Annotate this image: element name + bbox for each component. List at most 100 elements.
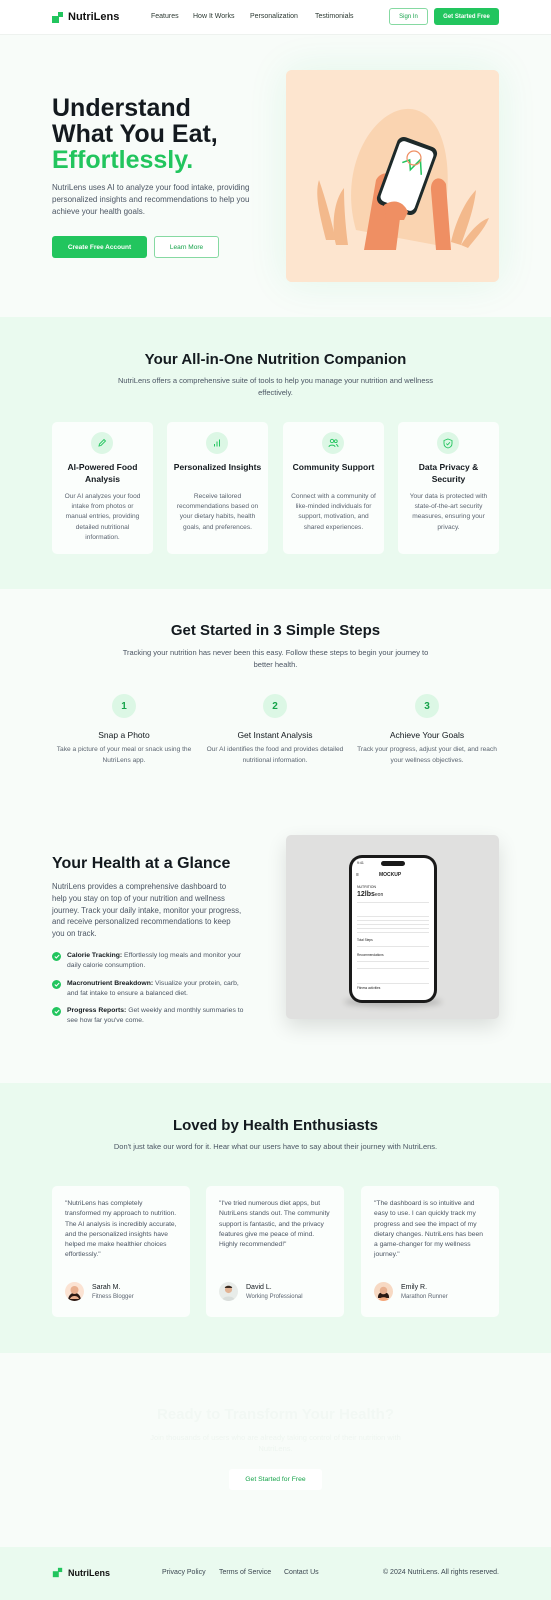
testimonials-subtitle: Don't just take our word for it. Hear wh…: [113, 1142, 438, 1151]
footer-link-contact[interactable]: Contact Us: [284, 1569, 319, 1576]
step-desc: Take a picture of your meal or snack usi…: [56, 746, 192, 764]
step-title: Snap a Photo: [98, 730, 150, 740]
mockup-value-number: 12lbs: [357, 891, 375, 898]
feature-desc: Your data is protected with state-of-the…: [409, 493, 488, 531]
feature-title: Community Support: [292, 462, 375, 472]
hero-title-line2: What You Eat,: [52, 120, 218, 148]
testimonial-name: David L.: [246, 1284, 272, 1291]
testimonial-quote: "The dashboard is so intuitive and easy …: [374, 1200, 483, 1259]
dashboard-subtitle: NutriLens provides a comprehensive dashb…: [52, 882, 242, 939]
check-icon: [52, 952, 61, 961]
testimonial-card: "NutriLens has completely transformed my…: [52, 1186, 190, 1317]
testimonial-role: Working Professional: [246, 1294, 303, 1300]
mockup-row3: Fitness activities: [357, 986, 381, 990]
cta-title: Ready to Transform Your Health?: [157, 1406, 394, 1423]
brand-name: NutriLens: [68, 11, 120, 23]
mockup-row2: Recommendations: [357, 953, 384, 957]
bar-chart-icon: [206, 432, 228, 454]
phone-mockup: 9:41 ≡ MOCKUP NUTRITION 12lbseon Total S…: [349, 855, 437, 1003]
hero-title: Understand What You Eat, Effortlessly.: [52, 95, 282, 173]
phone-notch: [381, 861, 405, 866]
feature-desc: Connect with a community of like-minded …: [291, 493, 376, 531]
steps-title: Get Started in 3 Simple Steps: [170, 622, 381, 639]
cta-subtitle: Join thousands of users who are already …: [150, 1433, 401, 1453]
check-icon: [52, 1007, 61, 1016]
nav-link-how-it-works[interactable]: How It Works: [193, 13, 235, 20]
testimonial-quote: "I've tried numerous diet apps, but Nutr…: [219, 1200, 330, 1249]
bullet-label: Macronutrient Breakdown:: [67, 980, 154, 987]
logo-icon: [52, 11, 63, 23]
hand-holding-phone-illustration: [286, 70, 499, 282]
avatar: [219, 1282, 238, 1301]
testimonial-name: Emily R.: [401, 1284, 428, 1291]
cta-get-started-button[interactable]: Get Started for Free: [229, 1469, 322, 1490]
nav-link-features[interactable]: Features: [151, 13, 179, 20]
step-title: Get Instant Analysis: [237, 730, 313, 740]
testimonial-card: "The dashboard is so intuitive and easy …: [361, 1186, 499, 1317]
feature-title: AI-Powered Food Analysis: [67, 462, 138, 484]
footer-link-terms[interactable]: Terms of Service: [219, 1569, 271, 1576]
feature-title: Personalized Insights: [173, 462, 262, 472]
dashboard-title: Your Health at a Glance: [52, 855, 231, 872]
feature-bullet: Progress Reports: Get weekly and monthly…: [52, 1006, 247, 1026]
feature-card: Data Privacy & Security Your data is pro…: [398, 422, 499, 554]
feature-card: Community Support Connect with a communi…: [283, 422, 384, 554]
feature-bullet: Calorie Tracking: Effortlessly log meals…: [52, 951, 247, 971]
nav-link-testimonials[interactable]: Testimonials: [315, 13, 354, 20]
users-icon: [322, 432, 344, 454]
step-title: Achieve Your Goals: [389, 730, 465, 740]
footer-copyright: © 2024 NutriLens. All rights reserved.: [382, 1569, 499, 1576]
steps-subtitle: Tracking your nutrition has never been t…: [122, 648, 429, 669]
mockup-row1: Total Steps: [357, 938, 373, 942]
bullet-label: Progress Reports:: [67, 1007, 127, 1014]
testimonial-card: "I've tried numerous diet apps, but Nutr…: [206, 1186, 344, 1317]
step-desc: Track your progress, adjust your diet, a…: [357, 746, 497, 764]
hero-illustration: [286, 70, 499, 282]
testimonial-role: Marathon Runner: [401, 1294, 448, 1300]
hero-title-accent: Effortlessly.: [52, 146, 194, 174]
testimonial-quote: "NutriLens has completely transformed my…: [65, 1200, 177, 1259]
mockup-header: MOCKUP: [379, 872, 402, 878]
brand-logo[interactable]: NutriLens: [52, 11, 119, 23]
footer-link-privacy[interactable]: Privacy Policy: [162, 1569, 206, 1576]
mockup-value: 12lbseon: [357, 891, 383, 898]
nav-link-personalization[interactable]: Personalization: [250, 13, 298, 20]
check-icon: [52, 980, 61, 989]
features-subtitle: NutriLens offers a comprehensive suite o…: [117, 376, 434, 397]
shield-check-icon: [437, 432, 459, 454]
sign-in-button[interactable]: Sign In: [389, 8, 428, 25]
testimonial-role: Fitness Blogger: [92, 1294, 134, 1300]
testimonials-title: Loved by Health Enthusiasts: [172, 1117, 379, 1134]
features-title: Your All-in-One Nutrition Companion: [144, 351, 407, 368]
footer-logo[interactable]: NutriLens: [52, 1567, 110, 1578]
step-number: 2: [263, 694, 287, 718]
step-number: 3: [415, 694, 439, 718]
step-desc: Our AI identifies the food and provides …: [206, 746, 344, 764]
feature-desc: Receive tailored recommendations based o…: [176, 493, 259, 531]
phone-mockup-card: 9:41 ≡ MOCKUP NUTRITION 12lbseon Total S…: [286, 835, 499, 1019]
testimonial-name: Sarah M.: [92, 1284, 121, 1291]
bullet-label: Calorie Tracking:: [67, 952, 123, 959]
get-started-nav-button[interactable]: Get Started Free: [434, 8, 499, 25]
feature-card: AI-Powered Food Analysis Our AI analyzes…: [52, 422, 153, 554]
hero-title-line1: Understand: [52, 94, 191, 122]
bullet-text: Progress Reports: Get weekly and monthly…: [67, 1006, 247, 1026]
hero-subtitle: NutriLens uses AI to analyze your food i…: [52, 183, 250, 216]
feature-card: Personalized Insights Receive tailored r…: [167, 422, 268, 554]
menu-icon: ≡: [356, 872, 359, 878]
mockup-time: 9:41: [357, 861, 364, 865]
avatar: [65, 1282, 84, 1301]
step-number: 1: [112, 694, 136, 718]
avatar: [374, 1282, 393, 1301]
pencil-icon: [91, 432, 113, 454]
top-nav: NutriLens Features How It Works Personal…: [0, 0, 551, 35]
logo-icon: [52, 1567, 63, 1578]
bullet-text: Calorie Tracking: Effortlessly log meals…: [67, 951, 247, 971]
create-account-button[interactable]: Create Free Account: [52, 236, 147, 258]
mockup-section: NUTRITION: [357, 885, 377, 889]
footer-brand-name: NutriLens: [68, 1567, 111, 1578]
learn-more-button[interactable]: Learn More: [154, 236, 219, 258]
feature-desc: Our AI analyzes your food intake from ph…: [64, 493, 141, 541]
phone-screen: 9:41 ≡ MOCKUP NUTRITION 12lbseon Total S…: [352, 858, 434, 1000]
feature-title: Data Privacy & Security: [418, 462, 479, 484]
